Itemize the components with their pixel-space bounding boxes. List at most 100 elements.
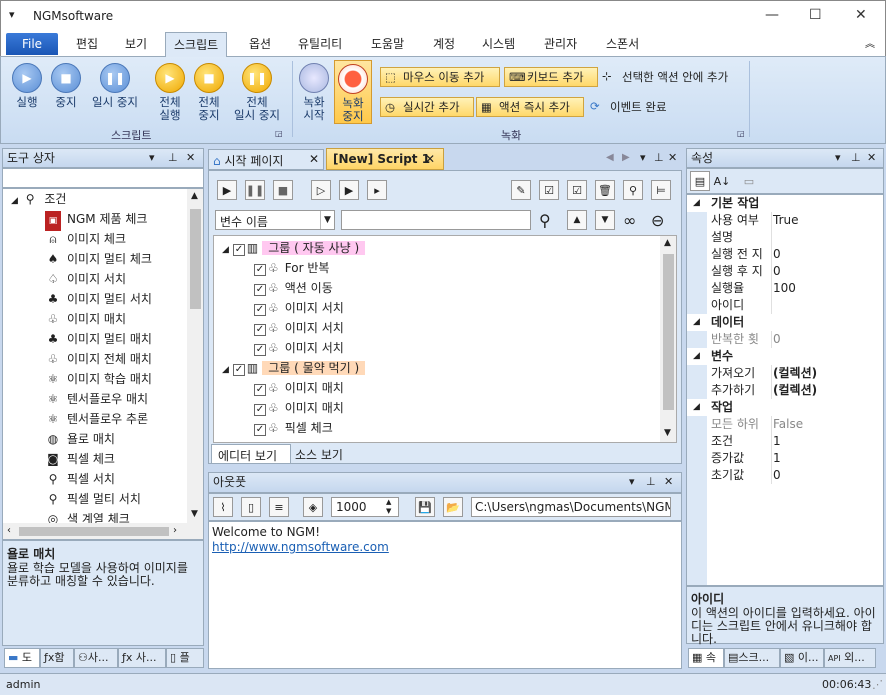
tab-editor-view[interactable]: 에디터 보기 — [211, 444, 291, 464]
menu-admin[interactable]: 관리자 — [544, 35, 577, 52]
interval-stepper[interactable]: 1000 ▲ ▼ — [331, 497, 399, 517]
panel-close-icon[interactable]: ✕ — [186, 149, 195, 167]
script-group-launcher-icon[interactable]: ◲ — [275, 129, 283, 138]
clean-icon[interactable]: ⌇ — [213, 497, 233, 517]
checkbox[interactable]: ✓ — [254, 384, 266, 396]
stop-button[interactable]: ■ 중지 — [47, 63, 85, 109]
expand-icon[interactable]: ◢ — [693, 314, 700, 331]
search-icon[interactable]: ⚲ — [539, 211, 551, 230]
property-category[interactable]: ◢ 데이터 — [687, 314, 881, 331]
property-value[interactable]: False — [773, 416, 803, 433]
script-action-row[interactable]: ✓ ♧ 이미지 서치 — [254, 318, 344, 338]
menu-account[interactable]: 계정 — [433, 35, 455, 52]
tab-next-icon[interactable]: ▶ — [622, 152, 630, 163]
list-item[interactable]: ⚛ 텐서플로우 추론 — [45, 409, 149, 429]
pause-all-button[interactable]: ❚❚ 전체 일시 중지 — [229, 63, 285, 122]
property-value[interactable]: 0 — [773, 467, 781, 484]
variable-value-input[interactable] — [341, 210, 531, 230]
tab-plugins[interactable]: ▯ 플 — [166, 648, 204, 668]
more-icon[interactable]: ⊖ — [651, 211, 664, 230]
script-action-row[interactable]: ✓ ♧ 이미지 서치 — [254, 298, 344, 318]
loop-icon[interactable]: ∞ — [623, 211, 636, 230]
dropdown-icon[interactable]: ▾ — [835, 149, 841, 167]
scroll-thumb[interactable] — [19, 527, 169, 536]
property-row[interactable]: 초기값 0 — [687, 467, 881, 484]
run-all-button[interactable]: ▶ 전체 실행 — [151, 63, 189, 122]
delete-icon[interactable]: 🗑 — [595, 180, 615, 200]
move-down-icon[interactable]: ▼ — [595, 210, 615, 230]
menu-help[interactable]: 도움말 — [371, 35, 404, 52]
list-item[interactable]: ♣ 이미지 멀티 서치 — [45, 289, 152, 309]
new-log-icon[interactable]: ▯ — [241, 497, 261, 517]
run-button[interactable]: ▶ 실행 — [7, 63, 47, 109]
pin-icon[interactable]: ⊥ — [646, 473, 656, 491]
add-realtime-button[interactable]: ◷ 실시간 추가 — [380, 97, 474, 117]
minimize-button[interactable]: — — [765, 7, 779, 23]
property-row[interactable]: 추가하기 (컬렉션) — [687, 382, 881, 399]
property-value[interactable]: 0 — [773, 331, 781, 348]
property-category[interactable]: ◢ 변수 — [687, 348, 881, 365]
list-item[interactable]: ♠ 이미지 멀티 체크 — [45, 249, 152, 269]
pause-icon[interactable]: ❚❚ — [245, 180, 265, 200]
collapse-ribbon-icon[interactable]: ︽ — [865, 35, 875, 50]
check-all-icon[interactable]: ☑ — [539, 180, 559, 200]
sort-az-icon[interactable]: A↓ — [712, 171, 732, 191]
property-pages-icon[interactable]: ▭ — [739, 171, 759, 191]
event-done-button[interactable]: 이벤트 완료 — [610, 99, 667, 115]
log-path-input[interactable]: C:\Users\ngmas\Documents\NGM6\ — [471, 497, 671, 517]
menu-options[interactable]: 옵션 — [249, 35, 271, 52]
tab-start-page[interactable]: ⌂ 시작 페이지 ✕ — [208, 149, 324, 170]
menu-view[interactable]: 보기 — [125, 35, 147, 52]
script-vscrollbar[interactable]: ▲ ▼ — [660, 236, 676, 442]
app-menu-icon[interactable]: ▾ — [9, 8, 15, 21]
move-up-icon[interactable]: ▲ — [567, 210, 587, 230]
expand-icon[interactable]: ◢ — [693, 399, 700, 416]
list-item[interactable]: ▣ NGM 제품 체크 — [45, 209, 147, 231]
list-item[interactable]: ⚲ 픽셀 멀티 서치 — [45, 489, 141, 509]
tab-source-view[interactable]: 소스 보기 — [291, 444, 351, 462]
tab-script-1[interactable]: [New] Script 1 ✕ — [326, 148, 444, 170]
close-button[interactable]: ✕ — [855, 7, 867, 23]
checkbox[interactable]: ✓ — [254, 304, 266, 316]
tab-properties[interactable]: ▦ 속 — [688, 648, 724, 668]
add-in-action-button[interactable]: 선택한 액션 안에 추가 — [622, 69, 728, 85]
checkbox[interactable]: ✓ — [254, 264, 266, 276]
property-row[interactable]: 모든 하위 False — [687, 416, 881, 433]
script-action-row[interactable]: ✓ ♧ 픽셀 체크 — [254, 418, 333, 438]
checkbox[interactable]: ✓ — [254, 404, 266, 416]
tab-user-functions[interactable]: ƒx 사... — [118, 648, 166, 668]
property-category[interactable]: ◢ 기본 작업 — [687, 195, 881, 212]
resize-grip-icon[interactable]: ⋰ — [872, 675, 883, 695]
stop-icon[interactable]: ■ — [273, 180, 293, 200]
expand-icon[interactable]: ◢ — [222, 245, 229, 255]
list-icon[interactable]: ≡ — [269, 497, 289, 517]
list-item[interactable]: ◙ 픽셀 체크 — [45, 449, 115, 469]
panel-close-icon[interactable]: ✕ — [867, 149, 876, 167]
checkbox[interactable]: ✓ — [254, 284, 266, 296]
property-row[interactable]: 실행율 100 — [687, 280, 881, 297]
list-item[interactable]: ♤ 이미지 서치 — [45, 269, 126, 289]
stop-all-button[interactable]: ■ 전체 중지 — [190, 63, 228, 122]
toolbox-search-input[interactable] — [2, 168, 204, 188]
record-group-launcher-icon[interactable]: ◲ — [737, 129, 745, 138]
add-mouse-move-button[interactable]: ⬚ 마우스 이동 추가 — [380, 67, 500, 87]
list-item[interactable]: ⚛ 텐서플로우 매치 — [45, 389, 149, 409]
menu-edit[interactable]: 편집 — [76, 35, 98, 52]
property-value[interactable]: (컬렉션) — [773, 382, 817, 399]
property-value[interactable]: 0 — [773, 246, 781, 263]
tab-prev-icon[interactable]: ◀ — [606, 152, 614, 163]
menu-sponsor[interactable]: 스폰서 — [606, 35, 639, 52]
step-over-icon[interactable]: ▸ — [367, 180, 387, 200]
play-icon[interactable]: ▶ — [217, 180, 237, 200]
checkbox[interactable]: ✓ — [254, 324, 266, 336]
tab-users[interactable]: ⚇사... — [74, 648, 118, 668]
script-action-row[interactable]: ✓ ♧ For 반복 — [254, 258, 329, 278]
tree-root-conditions[interactable]: ◢ ⚲ 조건 — [11, 189, 66, 209]
dropdown-icon[interactable]: ▾ — [629, 473, 635, 491]
variable-name-select[interactable]: 변수 이름 ▼ — [215, 210, 335, 230]
tab-images[interactable]: ▧ 이... — [780, 648, 824, 668]
checkbox[interactable]: ✓ — [232, 244, 245, 256]
expand-icon[interactable]: ◢ — [693, 348, 700, 365]
toolbox-vscrollbar[interactable]: ▲ ▼ — [187, 189, 203, 523]
record-stop-button[interactable]: 녹화 중지 — [334, 60, 372, 124]
